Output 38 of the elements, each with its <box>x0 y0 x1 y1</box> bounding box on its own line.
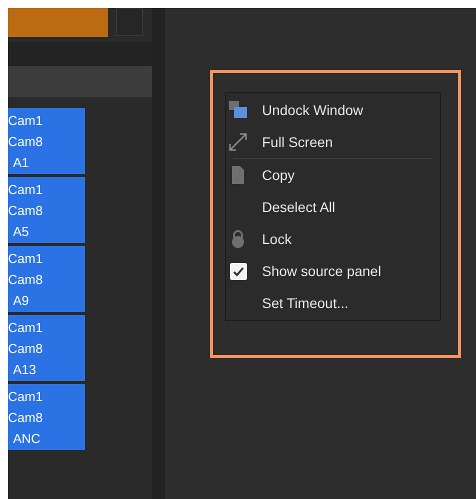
tile-label: Cam1 <box>8 112 44 130</box>
menu-item[interactable]: Undock Window <box>226 94 440 126</box>
menu-label: Lock <box>262 230 292 248</box>
tile-label: Cam8 <box>8 270 44 288</box>
tile-label: A9 <box>12 292 30 310</box>
tile-label: A5 <box>12 222 30 240</box>
tile-label: Cam1 <box>8 180 44 198</box>
tile-label: Cam8 <box>8 132 44 150</box>
tile-label: ANC <box>12 430 42 448</box>
menu-label: Full Screen <box>262 132 333 152</box>
tile-label: Cam1 <box>8 250 44 268</box>
check-icon <box>232 264 244 278</box>
menu-item[interactable]: Copy <box>226 159 440 191</box>
tile-label: Cam1 <box>8 318 44 336</box>
camera-tile[interactable]: Cam1 Cam8 A5 <box>8 177 85 243</box>
menu-item[interactable]: Lock <box>226 223 440 255</box>
menu-label: Undock Window <box>262 100 364 120</box>
camera-tile[interactable]: Cam1 Cam8 A13 <box>8 315 85 381</box>
menu-label: Set Timeout... <box>262 294 348 312</box>
menu-item[interactable]: Full Screen <box>226 126 440 158</box>
camera-tile[interactable]: Cam1 Cam8 A9 <box>8 246 85 312</box>
menu-label: Copy <box>262 166 295 185</box>
camera-tile[interactable]: Cam1 Cam8 ANC <box>8 384 85 450</box>
tile-label: Cam1 <box>8 388 44 406</box>
camera-tile[interactable]: Cam1 Cam8 A1 <box>8 108 85 174</box>
tile-label: A13 <box>12 360 38 378</box>
menu-item[interactable]: Set Timeout... <box>226 287 440 319</box>
tile-label: A1 <box>12 154 30 172</box>
tile-label: Cam8 <box>8 340 44 358</box>
checkbox[interactable] <box>230 262 246 280</box>
menu-label: Deselect All <box>262 198 336 216</box>
tile-label: Cam8 <box>8 408 44 426</box>
menu-label: Show source panel <box>262 262 382 281</box>
menu-item[interactable]: Deselect All <box>226 191 440 223</box>
expand-icon <box>228 132 248 152</box>
menu-item[interactable]: Show source panel <box>226 255 440 287</box>
tile-label: Cam8 <box>8 202 44 220</box>
window-icon <box>228 100 248 120</box>
